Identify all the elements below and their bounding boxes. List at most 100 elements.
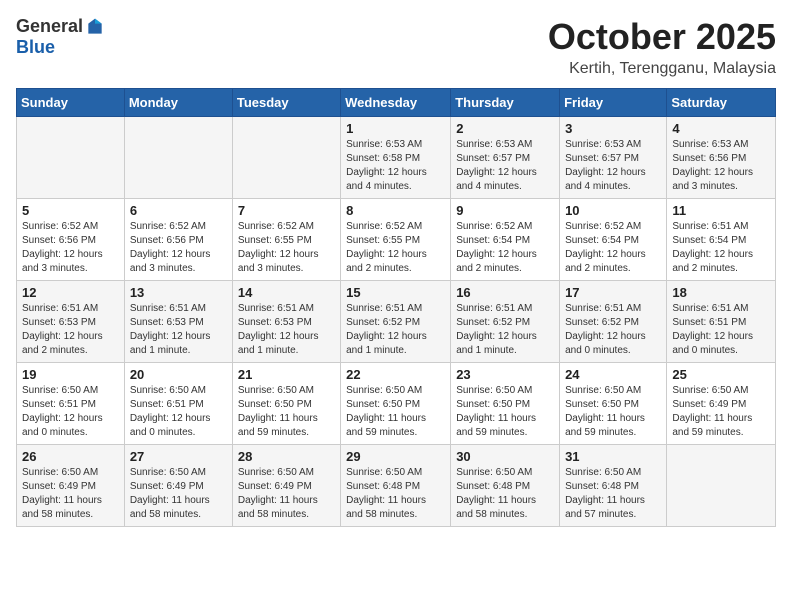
calendar-cell: 16 Sunrise: 6:51 AM Sunset: 6:52 PM Dayli… — [451, 281, 560, 363]
day-number: 10 — [565, 203, 661, 218]
day-info: Sunrise: 6:51 AM Sunset: 6:52 PM Dayligh… — [346, 302, 445, 358]
day-number: 1 — [346, 121, 445, 136]
calendar-cell: 11 Sunrise: 6:51 AM Sunset: 6:54 PM Dayli… — [667, 199, 776, 281]
calendar-cell: 25Sunrise: 6:50 AM Sunset: 6:49 PM Dayli… — [667, 363, 776, 445]
logo-blue-text: Blue — [16, 37, 55, 58]
day-number: 8 — [346, 203, 445, 218]
calendar-cell: 15 Sunrise: 6:51 AM Sunset: 6:52 PM Dayli… — [341, 281, 451, 363]
day-info: Sunrise: 6:50 AM Sunset: 6:51 PM Dayligh… — [22, 384, 119, 440]
day-info: Sunrise: 6:50 AM Sunset: 6:48 PM Dayligh… — [456, 466, 554, 522]
calendar-cell: 23Sunrise: 6:50 AM Sunset: 6:50 PM Dayli… — [451, 363, 560, 445]
day-number: 24 — [565, 367, 661, 382]
day-number: 21 — [238, 367, 335, 382]
calendar-cell: 9 Sunrise: 6:52 AM Sunset: 6:54 PM Daylig… — [451, 199, 560, 281]
day-info: Sunrise: 6:53 AM Sunset: 6:58 PM Dayligh… — [346, 138, 445, 194]
calendar-cell: 17Sunrise: 6:51 AM Sunset: 6:52 PM Dayli… — [560, 281, 667, 363]
page-header: General Blue October 2025 Kertih, Tereng… — [16, 16, 776, 78]
calendar-header-saturday: Saturday — [667, 89, 776, 117]
calendar-cell: 3 Sunrise: 6:53 AM Sunset: 6:57 PM Daylig… — [560, 117, 667, 199]
day-number: 6 — [130, 203, 227, 218]
day-info: Sunrise: 6:52 AM Sunset: 6:55 PM Dayligh… — [346, 220, 445, 276]
calendar-cell: 29 Sunrise: 6:50 AM Sunset: 6:48 PM Dayli… — [341, 445, 451, 527]
day-info: Sunrise: 6:50 AM Sunset: 6:51 PM Dayligh… — [130, 384, 227, 440]
calendar-cell — [124, 117, 232, 199]
calendar-header-sunday: Sunday — [17, 89, 125, 117]
calendar-cell: 26 Sunrise: 6:50 AM Sunset: 6:49 PM Dayli… — [17, 445, 125, 527]
day-number: 16 — [456, 285, 554, 300]
calendar-cell: 1 Sunrise: 6:53 AM Sunset: 6:58 PM Daylig… — [341, 117, 451, 199]
calendar-cell: 6 Sunrise: 6:52 AM Sunset: 6:56 PM Daylig… — [124, 199, 232, 281]
day-number: 3 — [565, 121, 661, 136]
day-number: 4 — [672, 121, 770, 136]
calendar-header-monday: Monday — [124, 89, 232, 117]
calendar-table: SundayMondayTuesdayWednesdayThursdayFrid… — [16, 88, 776, 527]
calendar-cell: 28 Sunrise: 6:50 AM Sunset: 6:49 PM Dayli… — [232, 445, 340, 527]
calendar-cell — [667, 445, 776, 527]
calendar-cell: 30Sunrise: 6:50 AM Sunset: 6:48 PM Dayli… — [451, 445, 560, 527]
calendar-week-row: 19 Sunrise: 6:50 AM Sunset: 6:51 PM Dayli… — [17, 363, 776, 445]
logo-icon — [85, 17, 105, 37]
day-info: Sunrise: 6:51 AM Sunset: 6:53 PM Dayligh… — [22, 302, 119, 358]
logo-general-text: General — [16, 16, 83, 37]
day-number: 26 — [22, 449, 119, 464]
calendar-cell — [17, 117, 125, 199]
day-info: Sunrise: 6:51 AM Sunset: 6:54 PM Dayligh… — [672, 220, 770, 276]
day-number: 28 — [238, 449, 335, 464]
day-info: Sunrise: 6:52 AM Sunset: 6:56 PM Dayligh… — [22, 220, 119, 276]
day-number: 29 — [346, 449, 445, 464]
calendar-cell — [232, 117, 340, 199]
calendar-cell: 14Sunrise: 6:51 AM Sunset: 6:53 PM Dayli… — [232, 281, 340, 363]
calendar-cell: 24 Sunrise: 6:50 AM Sunset: 6:50 PM Dayli… — [560, 363, 667, 445]
day-info: Sunrise: 6:51 AM Sunset: 6:52 PM Dayligh… — [565, 302, 661, 358]
day-number: 11 — [672, 203, 770, 218]
calendar-week-row: 26 Sunrise: 6:50 AM Sunset: 6:49 PM Dayli… — [17, 445, 776, 527]
calendar-cell: 31 Sunrise: 6:50 AM Sunset: 6:48 PM Dayli… — [560, 445, 667, 527]
day-info: Sunrise: 6:52 AM Sunset: 6:56 PM Dayligh… — [130, 220, 227, 276]
location-subtitle: Kertih, Terengganu, Malaysia — [548, 60, 776, 78]
calendar-cell: 2 Sunrise: 6:53 AM Sunset: 6:57 PM Daylig… — [451, 117, 560, 199]
day-info: Sunrise: 6:53 AM Sunset: 6:57 PM Dayligh… — [565, 138, 661, 194]
calendar-cell: 4Sunrise: 6:53 AM Sunset: 6:56 PM Daylig… — [667, 117, 776, 199]
calendar-cell: 8 Sunrise: 6:52 AM Sunset: 6:55 PM Daylig… — [341, 199, 451, 281]
day-info: Sunrise: 6:50 AM Sunset: 6:49 PM Dayligh… — [22, 466, 119, 522]
calendar-header-thursday: Thursday — [451, 89, 560, 117]
calendar-header-wednesday: Wednesday — [341, 89, 451, 117]
day-info: Sunrise: 6:51 AM Sunset: 6:53 PM Dayligh… — [130, 302, 227, 358]
day-info: Sunrise: 6:50 AM Sunset: 6:50 PM Dayligh… — [346, 384, 445, 440]
calendar-cell: 27Sunrise: 6:50 AM Sunset: 6:49 PM Dayli… — [124, 445, 232, 527]
logo: General Blue — [16, 16, 105, 58]
day-number: 9 — [456, 203, 554, 218]
day-info: Sunrise: 6:52 AM Sunset: 6:54 PM Dayligh… — [456, 220, 554, 276]
day-number: 19 — [22, 367, 119, 382]
day-info: Sunrise: 6:51 AM Sunset: 6:52 PM Dayligh… — [456, 302, 554, 358]
calendar-cell: 10Sunrise: 6:52 AM Sunset: 6:54 PM Dayli… — [560, 199, 667, 281]
day-number: 31 — [565, 449, 661, 464]
day-number: 14 — [238, 285, 335, 300]
calendar-cell: 21 Sunrise: 6:50 AM Sunset: 6:50 PM Dayli… — [232, 363, 340, 445]
day-info: Sunrise: 6:52 AM Sunset: 6:55 PM Dayligh… — [238, 220, 335, 276]
calendar-cell: 5 Sunrise: 6:52 AM Sunset: 6:56 PM Daylig… — [17, 199, 125, 281]
calendar-cell: 13Sunrise: 6:51 AM Sunset: 6:53 PM Dayli… — [124, 281, 232, 363]
day-info: Sunrise: 6:53 AM Sunset: 6:57 PM Dayligh… — [456, 138, 554, 194]
day-info: Sunrise: 6:50 AM Sunset: 6:49 PM Dayligh… — [238, 466, 335, 522]
day-info: Sunrise: 6:50 AM Sunset: 6:50 PM Dayligh… — [456, 384, 554, 440]
day-number: 18 — [672, 285, 770, 300]
day-info: Sunrise: 6:50 AM Sunset: 6:48 PM Dayligh… — [565, 466, 661, 522]
title-area: October 2025 Kertih, Terengganu, Malaysi… — [548, 16, 776, 78]
calendar-cell: 18 Sunrise: 6:51 AM Sunset: 6:51 PM Dayli… — [667, 281, 776, 363]
day-number: 15 — [346, 285, 445, 300]
day-number: 2 — [456, 121, 554, 136]
calendar-cell: 12Sunrise: 6:51 AM Sunset: 6:53 PM Dayli… — [17, 281, 125, 363]
day-info: Sunrise: 6:51 AM Sunset: 6:51 PM Dayligh… — [672, 302, 770, 358]
day-number: 22 — [346, 367, 445, 382]
day-number: 5 — [22, 203, 119, 218]
calendar-cell: 22 Sunrise: 6:50 AM Sunset: 6:50 PM Dayli… — [341, 363, 451, 445]
calendar-header-row: SundayMondayTuesdayWednesdayThursdayFrid… — [17, 89, 776, 117]
day-info: Sunrise: 6:50 AM Sunset: 6:50 PM Dayligh… — [238, 384, 335, 440]
day-number: 27 — [130, 449, 227, 464]
calendar-header-friday: Friday — [560, 89, 667, 117]
day-info: Sunrise: 6:50 AM Sunset: 6:48 PM Dayligh… — [346, 466, 445, 522]
calendar-header-tuesday: Tuesday — [232, 89, 340, 117]
calendar-cell: 7Sunrise: 6:52 AM Sunset: 6:55 PM Daylig… — [232, 199, 340, 281]
day-info: Sunrise: 6:50 AM Sunset: 6:50 PM Dayligh… — [565, 384, 661, 440]
